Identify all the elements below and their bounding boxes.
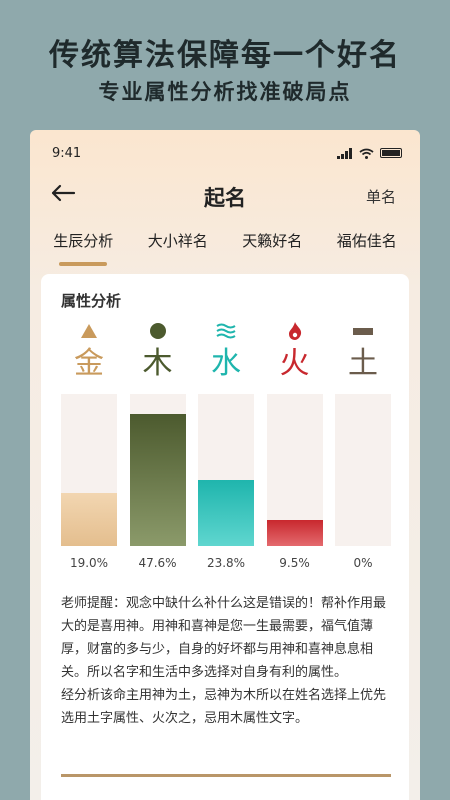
circle-icon (149, 320, 166, 342)
pct-wood: 47.6% (138, 556, 177, 570)
teacher-tip: 老师提醒：观念中缺什么补什么这是错误的！帮补作用最大的是喜用神。用神和喜神是您一… (61, 592, 391, 730)
pct-earth: 0% (353, 556, 373, 570)
element-earth: 土 (335, 320, 391, 384)
page-title: 起名 (204, 186, 246, 210)
element-water: 水 (198, 320, 254, 384)
tab-bar: 生辰分析 大小祥名 天籁好名 福佑佳名 (30, 230, 420, 266)
tab-birth-analysis[interactable]: 生辰分析 (53, 230, 113, 266)
element-char: 水 (211, 346, 241, 381)
element-symbols: 金 木 水 火 土 (61, 320, 391, 384)
element-metal: 金 (61, 320, 117, 384)
wifi-icon (359, 148, 374, 159)
element-char: 金 (74, 346, 104, 381)
bar-water (198, 480, 254, 546)
status-time: 9:41 (52, 145, 82, 161)
bar-water-track (198, 394, 254, 546)
element-char: 木 (142, 346, 173, 381)
element-wood: 木 (130, 320, 186, 384)
status-bar: 9:41 (52, 144, 402, 162)
flame-icon (288, 320, 302, 342)
tab-heavenly-names[interactable]: 天籁好名 (242, 230, 302, 266)
element-char: 土 (348, 346, 378, 381)
pct-water: 23.8% (206, 556, 246, 570)
pct-fire: 9.5% (279, 556, 310, 570)
phone-screen: 9:41 起名 单名 生辰分析 大小祥名 天籁好名 福佑佳名 属性分析 金 木 … (30, 130, 420, 800)
single-name-button[interactable]: 单名 (366, 186, 396, 207)
bar-icon (353, 320, 373, 342)
element-bars (61, 394, 391, 546)
subline: 专业属性分析找准破局点 (98, 80, 352, 104)
tip-paragraph: 老师提醒：观念中缺什么补什么这是错误的！帮补作用最大的是喜用神。用神和喜神是您一… (61, 596, 387, 680)
tab-blessed-names[interactable]: 福佑佳名 (337, 230, 397, 266)
pct-metal: 19.0% (69, 556, 109, 570)
triangle-icon (81, 320, 97, 342)
bar-metal (61, 493, 117, 546)
bar-metal-track (61, 394, 117, 546)
tab-auspicious-names[interactable]: 大小祥名 (148, 230, 208, 266)
section-divider (61, 774, 391, 777)
element-percentages: 19.0% 47.6% 23.8% 9.5% 0% (61, 556, 391, 570)
card-title: 属性分析 (61, 292, 122, 310)
element-fire: 火 (267, 320, 323, 384)
bar-fire-track (266, 394, 323, 546)
bar-wood (129, 414, 186, 546)
headline: 传统算法保障每一个好名 (49, 38, 401, 73)
analysis-card: 属性分析 金 木 水 火 土 19.0% 47.6% 23.8% 9.5% 0%… (41, 274, 409, 800)
navbar: 起名 单名 (30, 178, 420, 214)
element-char: 火 (279, 346, 310, 381)
bar-wood-track (129, 394, 186, 546)
tip-paragraph: 经分析该命主用神为土，忌神为木所以在姓名选择上优先选用土字属性、火次之，忌用木属… (61, 688, 387, 726)
signal-icon (337, 147, 352, 159)
bar-fire (266, 520, 323, 546)
battery-icon (380, 148, 402, 158)
waves-icon (216, 320, 236, 342)
bar-earth-track (335, 394, 391, 546)
